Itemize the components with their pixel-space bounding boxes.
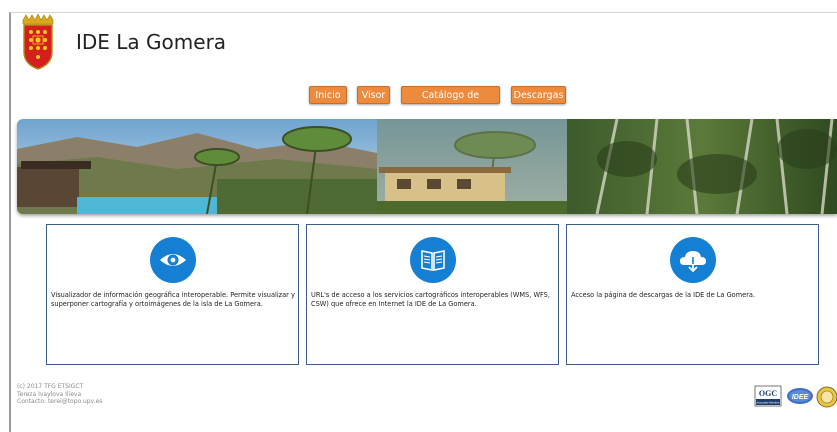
nav-catalogo-button[interactable]: Catálogo de servicios [401, 86, 500, 119]
footer-copyright: (c) 2017 TFG ETSIGCT [17, 383, 84, 390]
card-descargas-text: Acceso la página de descargas de la IDE … [571, 291, 756, 299]
nav-catalogo-label: Catálogo de servicios [421, 90, 480, 119]
card-descargas[interactable]: Acceso la página de descargas de la IDE … [566, 224, 819, 365]
footer-contact[interactable]: Contacto: terei@topo.upv.es [17, 398, 102, 406]
main-nav: Inicio Visor Catálogo de servicios Desca… [0, 86, 837, 119]
ogc-logo-label: OGC [759, 389, 777, 398]
book-icon[interactable] [410, 237, 456, 283]
nav-descargas-label: Descargas [513, 90, 564, 101]
site-title: IDE La Gomera [76, 30, 227, 54]
nav-visor-button[interactable]: Visor [357, 86, 390, 104]
card-catalogo-text: URL's de acceso a los servicios cartográ… [311, 291, 550, 308]
idee-logo[interactable]: IDEE [787, 388, 813, 404]
footer-author: Tereza Ivaylova Ilieva [17, 390, 82, 398]
coat-of-arms-logo[interactable] [20, 14, 56, 70]
idee-logo-label: IDEE [792, 394, 809, 401]
footer-logos: OGC Associate Member IDEE [754, 385, 837, 408]
page-frame [9, 12, 837, 432]
nav-inicio-button[interactable]: Inicio [309, 86, 347, 104]
nav-visor-label: Visor [361, 90, 386, 101]
eye-icon[interactable] [150, 237, 196, 283]
banner-image [17, 119, 837, 214]
card-visor[interactable]: Visualizador de información geográfica i… [46, 224, 299, 365]
upm-seal-logo[interactable] [816, 386, 837, 408]
cloud-download-icon[interactable] [670, 237, 716, 283]
nav-inicio-label: Inicio [315, 90, 341, 101]
card-visor-text: Visualizador de información geográfica i… [51, 291, 295, 308]
nav-descargas-button[interactable]: Descargas [511, 86, 566, 104]
ogc-logo[interactable]: OGC Associate Member [754, 385, 782, 407]
footer-credits: (c) 2017 TFG ETSIGCT Tereza Ivaylova Ili… [17, 383, 102, 406]
ogc-logo-sub: Associate Member [756, 401, 779, 405]
landscape-banner [17, 119, 837, 214]
card-catalogo[interactable]: URL's de acceso a los servicios cartográ… [306, 224, 559, 365]
